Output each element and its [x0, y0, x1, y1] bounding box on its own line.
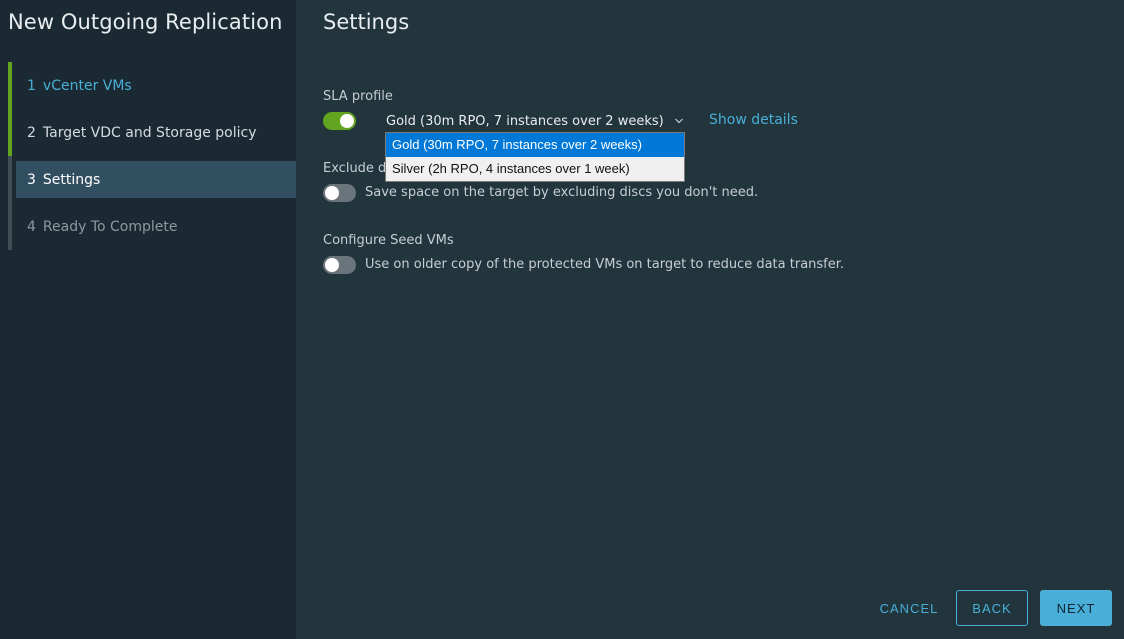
- page-title: Settings: [323, 10, 410, 34]
- step-label: Ready To Complete: [42, 218, 178, 235]
- seed-vms-toggle[interactable]: [323, 256, 356, 274]
- toggle-knob: [325, 186, 339, 200]
- sla-profile-label: SLA profile: [323, 89, 393, 104]
- step-label: Settings: [42, 171, 101, 188]
- sla-profile-toggle[interactable]: [323, 112, 356, 130]
- step-number: 2: [27, 124, 36, 141]
- next-button[interactable]: NEXT: [1040, 590, 1112, 626]
- show-details-link[interactable]: Show details: [709, 112, 798, 128]
- step-ready-to-complete[interactable]: 4 Ready To Complete: [8, 203, 296, 250]
- cancel-button[interactable]: CANCEL: [870, 590, 948, 626]
- step-target-vdc[interactable]: 2 Target VDC and Storage policy: [8, 109, 296, 156]
- toggle-knob: [340, 114, 354, 128]
- sla-option-gold[interactable]: Gold (30m RPO, 7 instances over 2 weeks): [386, 133, 684, 157]
- step-progress-bar: [8, 156, 12, 203]
- step-progress-bar: [8, 62, 12, 109]
- toggle-knob: [325, 258, 339, 272]
- step-progress-bar: [8, 203, 12, 250]
- chevron-down-icon: [674, 118, 683, 124]
- sla-profile-select[interactable]: Gold (30m RPO, 7 instances over 2 weeks): [386, 111, 684, 131]
- step-label: Target VDC and Storage policy: [42, 124, 257, 141]
- wizard-steps: 1 vCenter VMs 2 Target VDC and Storage p…: [8, 62, 296, 250]
- exclude-disks-description: Save space on the target by excluding di…: [365, 185, 759, 200]
- settings-panel: Settings SLA profile Gold (30m RPO, 7 in…: [296, 0, 1124, 639]
- step-label: vCenter VMs: [42, 77, 132, 94]
- step-progress-bar: [8, 109, 12, 156]
- seed-vms-label: Configure Seed VMs: [323, 233, 454, 248]
- seed-vms-description: Use on older copy of the protected VMs o…: [365, 257, 845, 272]
- step-number: 4: [27, 218, 36, 235]
- step-vcenter-vms[interactable]: 1 vCenter VMs: [8, 62, 296, 109]
- sla-profile-selected-value: Gold (30m RPO, 7 instances over 2 weeks): [386, 113, 664, 129]
- sla-option-silver[interactable]: Silver (2h RPO, 4 instances over 1 week): [386, 157, 684, 181]
- exclude-disks-toggle[interactable]: [323, 184, 356, 202]
- sla-profile-dropdown-list: Gold (30m RPO, 7 instances over 2 weeks)…: [385, 132, 685, 182]
- step-settings[interactable]: 3 Settings: [8, 156, 296, 203]
- exclude-disks-label: Exclude d: [323, 161, 387, 176]
- step-number: 1: [27, 77, 36, 94]
- wizard-title: New Outgoing Replication: [8, 10, 283, 34]
- wizard-sidebar: New Outgoing Replication 1 vCenter VMs 2…: [0, 0, 296, 639]
- step-number: 3: [27, 171, 36, 188]
- back-button[interactable]: BACK: [956, 590, 1028, 626]
